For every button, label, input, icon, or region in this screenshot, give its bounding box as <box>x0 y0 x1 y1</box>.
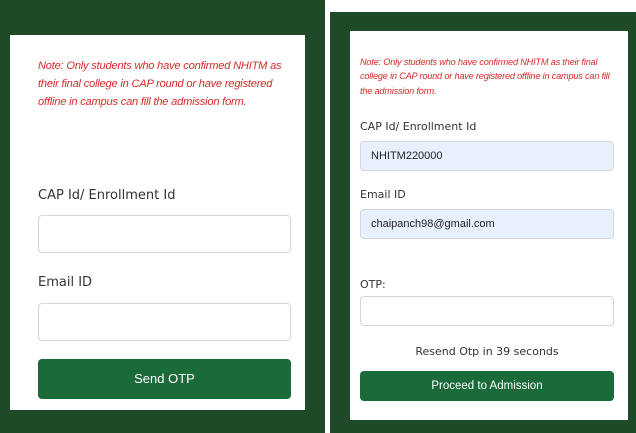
otp-label: OTP: <box>360 278 386 291</box>
proceed-to-admission-button[interactable]: Proceed to Admission <box>360 371 614 401</box>
resend-otp-timer: Resend Otp in 39 seconds <box>415 345 559 358</box>
email-input[interactable] <box>38 303 291 341</box>
left-admission-form-card: Note: Only students who have confirmed N… <box>10 35 305 410</box>
send-otp-button[interactable]: Send OTP <box>38 359 291 399</box>
email-label: Email ID <box>38 275 93 290</box>
cap-id-label: CAP Id/ Enrollment Id <box>38 188 176 203</box>
email-input[interactable]: chaipanch98@gmail.com <box>360 209 614 239</box>
email-label: Email ID <box>360 188 406 201</box>
admission-note: Note: Only students who have confirmed N… <box>360 57 610 96</box>
otp-input[interactable] <box>360 296 614 326</box>
admission-note: Note: Only students who have confirmed N… <box>38 60 282 108</box>
cap-id-label: CAP Id/ Enrollment Id <box>360 120 477 133</box>
cap-id-input[interactable] <box>38 215 291 253</box>
cap-id-input[interactable]: NHITM220000 <box>360 141 614 171</box>
right-admission-form-card: Note: Only students who have confirmed N… <box>350 31 628 420</box>
